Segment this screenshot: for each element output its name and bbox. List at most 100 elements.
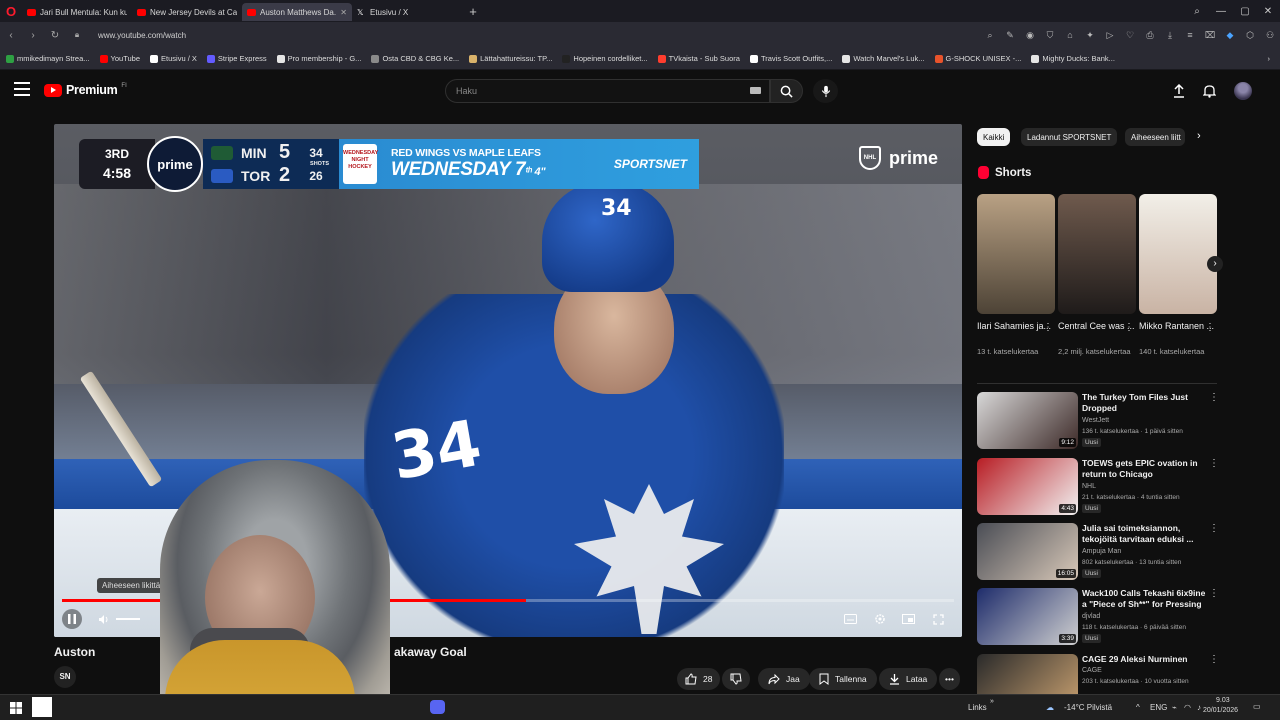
close-tab-icon[interactable]: ✕ (340, 8, 347, 17)
bookmark-item[interactable]: Osta CBD & CBG Ke... (371, 54, 459, 63)
video-menu-icon[interactable]: ⋮ (1209, 392, 1219, 403)
hamburger-menu-icon[interactable] (14, 82, 30, 96)
notifications-button[interactable] (1200, 82, 1218, 100)
bookmark-item[interactable]: Lättahattureissu: TP... (469, 54, 552, 63)
shield-icon[interactable]: ⛉ (1040, 30, 1060, 41)
settings-button[interactable] (870, 609, 890, 629)
upload-button[interactable] (1170, 82, 1188, 100)
volume-icon[interactable]: ♪ (1197, 703, 1201, 712)
reload-icon[interactable]: ↻ (44, 30, 66, 41)
wifi-icon[interactable]: ◠ (1184, 703, 1191, 712)
links-toolbar[interactable]: Links (968, 703, 987, 712)
maximize-button[interactable]: ▢ (1233, 0, 1257, 22)
bookmark-item[interactable]: YouTube (99, 54, 140, 63)
chip-related[interactable]: Aiheeseen liitt (1125, 128, 1185, 146)
dislike-button[interactable] (722, 668, 750, 690)
chip-channel[interactable]: Ladannut SPORTSNET (1021, 128, 1118, 146)
bookmark-item[interactable]: Travis Scott Outfits,... (749, 54, 832, 63)
volume-button[interactable] (94, 609, 114, 629)
bookmark-item[interactable]: Stripe Express (206, 54, 267, 63)
heart-icon[interactable]: ♡ (1120, 30, 1140, 41)
channel-name[interactable]: Ampuja Man (1082, 548, 1121, 555)
youtube-premium-logo[interactable]: Premium FI (44, 83, 127, 97)
more-actions-button[interactable]: ••• (939, 668, 960, 690)
bookmarks-overflow-icon[interactable]: › (1268, 54, 1271, 63)
channel-name[interactable]: WestJett (1082, 417, 1109, 424)
keyboard-icon[interactable] (750, 87, 761, 94)
menu-list-icon[interactable]: ≡ (1180, 30, 1200, 40)
video-menu-icon[interactable]: ⋮ (1209, 654, 1219, 665)
bookmark-item[interactable]: Watch Marvel's Luk... (842, 54, 925, 63)
video-title[interactable]: CAGE 29 Aleksi Nurminen (1082, 654, 1207, 665)
notification-center-icon[interactable]: ▭ (1253, 702, 1261, 711)
wallet-icon[interactable]: ⌧ (1200, 30, 1220, 41)
subtitles-button[interactable] (840, 609, 860, 629)
opera-logo-icon[interactable]: O (0, 0, 22, 22)
pause-button[interactable] (62, 609, 82, 629)
chip-all[interactable]: Kaikki (977, 128, 1011, 146)
video-menu-icon[interactable]: ⋮ (1209, 588, 1219, 599)
clock-time[interactable]: 9.03 (1216, 697, 1230, 704)
extension-icon[interactable]: ✦ (1080, 30, 1100, 41)
save-button[interactable]: Tallenna (809, 668, 877, 690)
snapshot-icon[interactable]: ⎙ (1140, 30, 1160, 41)
bookmark-item[interactable]: Etusivu / X (150, 54, 197, 63)
clock-date[interactable]: 20/01/2026 (1203, 707, 1238, 714)
bookmark-item[interactable]: G-SHOCK UNISEX -... (934, 54, 1021, 63)
network-icon[interactable]: ⌁ (1172, 703, 1177, 712)
video-title[interactable]: Julia sai toimeksiannon, tekojöitä tarvi… (1082, 523, 1207, 545)
minimize-button[interactable]: — (1209, 0, 1233, 22)
short-thumbnail[interactable] (1139, 194, 1217, 314)
bookmark-item[interactable]: TVkaista - Sub Suora (657, 54, 740, 63)
search-tabs-icon[interactable]: ⌕ (1185, 0, 1209, 22)
fullscreen-button[interactable] (928, 609, 948, 629)
camera-icon[interactable]: ◉ (1020, 30, 1040, 41)
bookmark-item[interactable]: Hopeinen cordelliket... (562, 54, 648, 63)
back-icon[interactable]: ‹ (0, 30, 22, 41)
chips-next-icon[interactable]: › (1197, 130, 1201, 142)
volume-slider[interactable] (116, 618, 140, 620)
short-menu-icon[interactable]: ⋮ (1205, 322, 1215, 333)
recommended-video[interactable]: 4:43 TOEWS gets EPIC ovation in return to… (977, 458, 1219, 516)
close-window-button[interactable]: ✕ (1256, 0, 1280, 22)
taskbar-search-box[interactable] (32, 697, 52, 717)
tray-expand-icon[interactable]: ^ (1136, 703, 1140, 712)
cube-icon[interactable]: ⬡ (1240, 30, 1260, 41)
voice-search-button[interactable] (813, 79, 838, 103)
bookmark-item[interactable]: Pro membership - G... (276, 54, 361, 63)
video-menu-icon[interactable]: ⋮ (1209, 523, 1219, 534)
aria-icon[interactable]: ◆ (1220, 30, 1240, 41)
ai-icon[interactable]: ⚇ (1260, 30, 1280, 41)
account-avatar[interactable] (1234, 82, 1252, 100)
play-icon[interactable]: ▷ (1100, 30, 1120, 41)
recommended-video[interactable]: 16:05 Julia sai toimeksiannon, tekojöitä … (977, 523, 1219, 581)
short-menu-icon[interactable]: ⋮ (1043, 322, 1053, 333)
share-button[interactable]: Jaa (758, 668, 810, 690)
channel-name[interactable]: CAGE (1082, 667, 1102, 674)
windows-start-icon[interactable] (10, 701, 22, 714)
search-input[interactable]: Haku (445, 79, 770, 103)
language-indicator[interactable]: ENG (1150, 703, 1167, 712)
shorts-next-icon[interactable]: › (1207, 256, 1223, 272)
browser-tab[interactable]: 𝕏 Etusivu / X (352, 3, 462, 21)
short-thumbnail[interactable] (1058, 194, 1136, 314)
search-icon[interactable]: ⌕ (980, 30, 1000, 41)
browser-tab-active[interactable]: Auston Matthews Da... ✕ (242, 3, 352, 21)
channel-name[interactable]: djvlad (1082, 613, 1100, 620)
bookmark-item[interactable]: mmikedimayn Strea... (6, 54, 90, 63)
forward-icon[interactable]: › (22, 30, 44, 41)
download-button[interactable]: Lataa (879, 668, 938, 690)
download-icon[interactable]: ⤓ (1160, 30, 1180, 41)
bookmark-item[interactable]: Mighty Ducks: Bank... (1031, 54, 1115, 63)
new-tab-button[interactable]: + (462, 4, 484, 19)
recommended-video[interactable]: 9:12 The Turkey Tom Files Just Dropped Wes… (977, 392, 1219, 450)
url-field[interactable]: www.youtube.com/watch (98, 31, 186, 40)
miniplayer-button[interactable] (898, 609, 918, 629)
video-menu-icon[interactable]: ⋮ (1209, 458, 1219, 469)
short-menu-icon[interactable]: ⋮ (1124, 322, 1134, 333)
edit-icon[interactable]: ✎ (1000, 30, 1020, 41)
like-button[interactable]: 28 (677, 668, 721, 690)
search-button[interactable] (770, 79, 803, 103)
vpn-icon[interactable]: ⌂ (1060, 30, 1080, 40)
short-thumbnail[interactable] (977, 194, 1055, 314)
